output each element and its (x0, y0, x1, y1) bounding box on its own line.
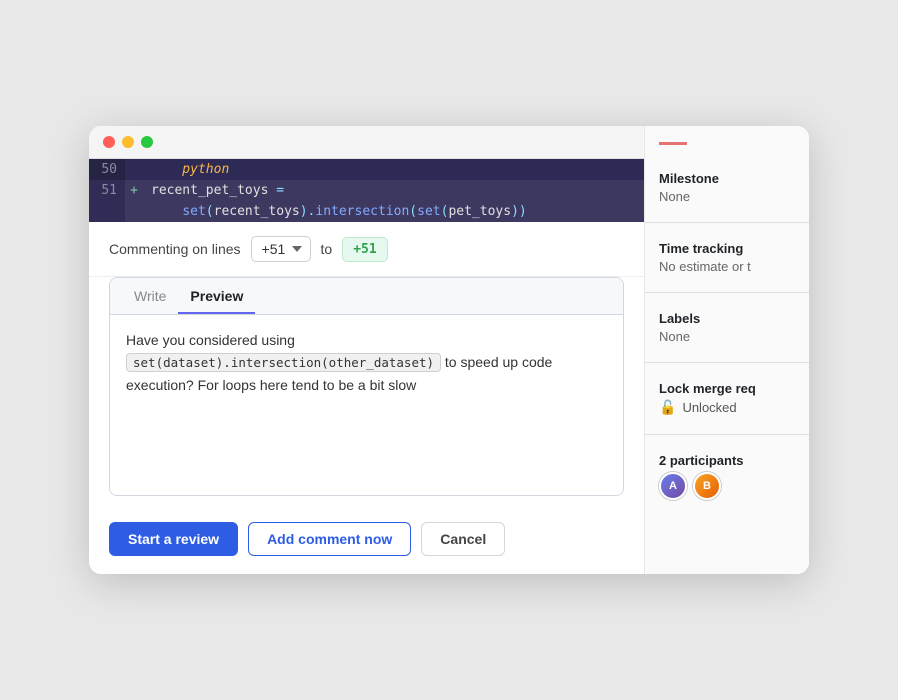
sidebar-participants: 2 participants A B (659, 453, 795, 500)
participants-label: 2 participants (659, 453, 795, 468)
line-number-50: 50 (89, 159, 125, 180)
minimize-dot[interactable] (122, 136, 134, 148)
title-bar (89, 126, 644, 159)
sidebar-lock: Lock merge req 🔓 Unlocked (659, 381, 795, 416)
milestone-label: Milestone (659, 171, 795, 186)
add-comment-button[interactable]: Add comment now (248, 522, 411, 556)
line-content-cont: set(recent_toys).intersection(set(pet_to… (143, 201, 644, 222)
line-plus-50 (125, 159, 143, 180)
code-snippet: set(dataset).intersection(other_dataset) (126, 353, 441, 372)
milestone-value: None (659, 189, 795, 204)
labels-value: None (659, 329, 795, 344)
avatar-2-initials: B (703, 480, 711, 492)
tab-preview[interactable]: Preview (178, 278, 255, 314)
labels-label: Labels (659, 311, 795, 326)
comment-line-row: Commenting on lines +51 +50 to +51 (89, 222, 644, 277)
sidebar-labels: Labels None (659, 311, 795, 344)
code-line-50: 50 python (89, 159, 644, 180)
start-review-button[interactable]: Start a review (109, 522, 238, 556)
to-label: to (321, 241, 333, 257)
code-line-51: 51 + recent_pet_toys = (89, 180, 644, 201)
close-dot[interactable] (103, 136, 115, 148)
sidebar-milestone: Milestone None (659, 171, 795, 204)
line-number-cont (89, 201, 125, 222)
sidebar-divider-1 (645, 222, 809, 223)
sidebar-divider-2 (645, 292, 809, 293)
editor-tabs: Write Preview (110, 278, 623, 315)
time-tracking-label: Time tracking (659, 241, 795, 256)
line-badge: +51 (342, 237, 387, 262)
sidebar-top-line (659, 142, 687, 145)
avatar-1-initials: A (669, 480, 677, 492)
time-tracking-value: No estimate or t (659, 259, 795, 274)
line-plus-cont (125, 201, 143, 222)
main-window: 50 python 51 + recent_pet_toys = set(rec… (89, 126, 809, 574)
lock-icon: 🔓 (659, 399, 676, 416)
sidebar: Milestone None Time tracking No estimate… (644, 126, 809, 574)
sidebar-time-tracking: Time tracking No estimate or t (659, 241, 795, 274)
main-panel: 50 python 51 + recent_pet_toys = set(rec… (89, 126, 644, 574)
lock-value: Unlocked (682, 400, 736, 415)
editor-wrapper: Write Preview Have you considered using … (109, 277, 624, 496)
line-number-51: 51 (89, 180, 125, 201)
buttons-row: Start a review Add comment now Cancel (89, 510, 644, 574)
lock-label: Lock merge req (659, 381, 795, 396)
code-line-51-cont: set(recent_toys).intersection(set(pet_to… (89, 201, 644, 222)
code-area: 50 python 51 + recent_pet_toys = set(rec… (89, 159, 644, 222)
avatar-2: B (693, 472, 721, 500)
commenting-on-label: Commenting on lines (109, 241, 241, 257)
code-lines: 50 python 51 + recent_pet_toys = set(rec… (89, 159, 644, 222)
lock-row: 🔓 Unlocked (659, 399, 795, 416)
editor-content: Have you considered using set(dataset).i… (110, 315, 623, 495)
cancel-button[interactable]: Cancel (421, 522, 505, 556)
line-selector[interactable]: +51 +50 (251, 236, 311, 262)
sidebar-divider-3 (645, 362, 809, 363)
line-plus-51: + (125, 180, 143, 201)
line-content-50: python (143, 159, 644, 180)
maximize-dot[interactable] (141, 136, 153, 148)
participants-row: A B (659, 472, 795, 500)
line-content-51: recent_pet_toys = (143, 180, 644, 201)
tab-write[interactable]: Write (122, 278, 178, 314)
content-text-1: Have you considered using (126, 332, 295, 348)
sidebar-divider-4 (645, 434, 809, 435)
avatar-1: A (659, 472, 687, 500)
